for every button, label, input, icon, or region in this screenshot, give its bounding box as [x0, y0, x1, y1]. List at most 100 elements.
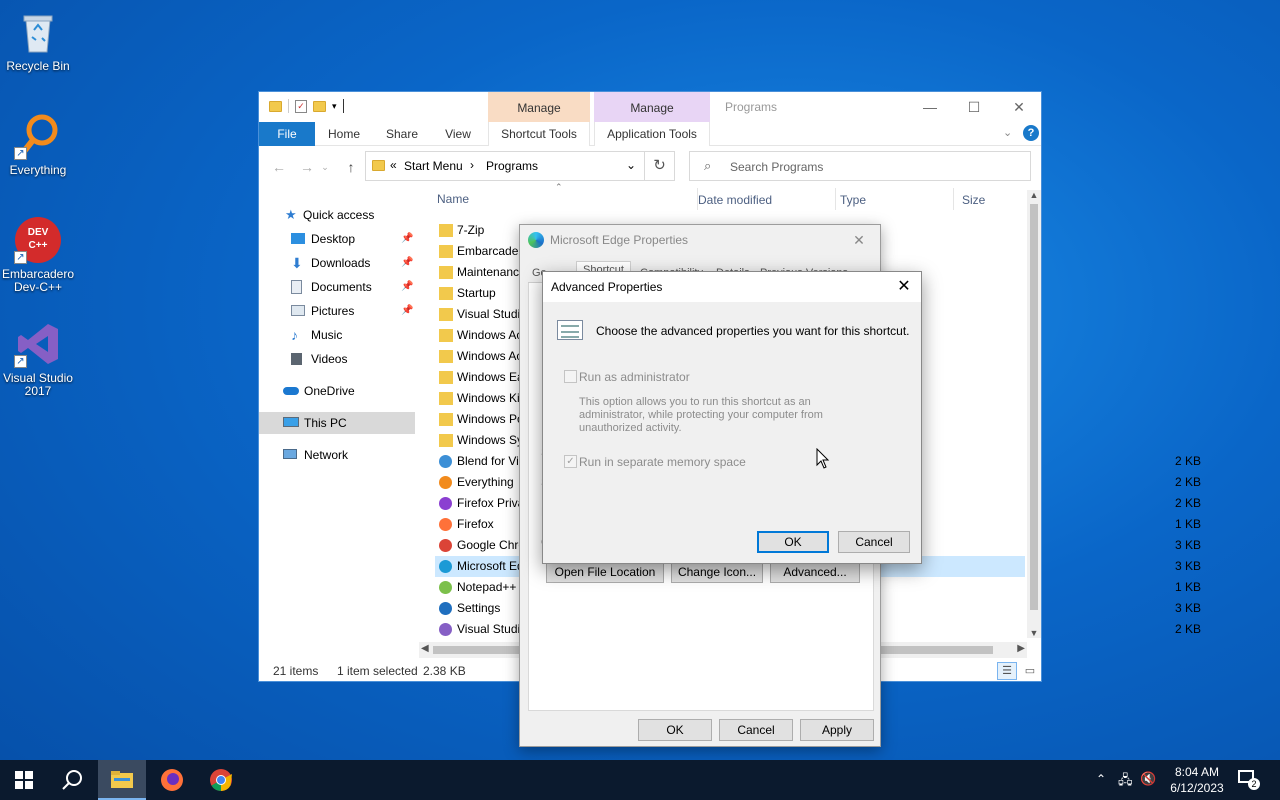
show-hidden-icons[interactable]: ⌃: [1096, 772, 1106, 786]
tab-share[interactable]: Share: [377, 122, 427, 146]
tab-application-tools[interactable]: Application Tools: [594, 122, 710, 146]
folder-icon: [439, 245, 453, 258]
advanced-cancel-button[interactable]: Cancel: [838, 531, 910, 553]
back-button[interactable]: ←: [269, 157, 289, 177]
taskbar-firefox[interactable]: [148, 760, 196, 800]
download-arrow-icon: ⬇: [291, 255, 303, 271]
close-button[interactable]: ✕: [996, 94, 1042, 120]
nav-documents[interactable]: Documents 📌: [291, 276, 415, 298]
tab-view[interactable]: View: [433, 122, 483, 146]
nav-quick-access[interactable]: ★ Quick access: [285, 204, 415, 226]
nav-this-pc[interactable]: This PC: [259, 412, 415, 434]
separate-memory-checkbox[interactable]: ✓: [564, 455, 577, 468]
address-dropdown-icon[interactable]: ⌄: [626, 158, 636, 172]
notepad-icon: [439, 581, 452, 594]
search-box[interactable]: ⌕ Search Programs: [689, 151, 1031, 181]
nav-label: OneDrive: [304, 384, 355, 398]
nav-pictures[interactable]: Pictures 📌: [291, 300, 415, 322]
address-bar[interactable]: « Start Menu › Programs ⌄: [365, 151, 645, 181]
tab-home[interactable]: Home: [319, 122, 369, 146]
context-tab-manage-application[interactable]: Manage: [594, 92, 710, 122]
scroll-up-icon[interactable]: ▲: [1027, 190, 1041, 200]
search-button[interactable]: [48, 760, 96, 800]
file-size: 3 KB: [1174, 601, 1201, 615]
folder-icon: [439, 266, 453, 279]
quick-access-toolbar: ✓ ▾: [269, 99, 344, 113]
nav-videos[interactable]: Videos: [291, 348, 415, 370]
nav-music[interactable]: ♪ Music: [291, 324, 415, 346]
minimize-button[interactable]: —: [907, 94, 953, 120]
pin-icon: 📌: [401, 233, 414, 244]
file-name: Embarcader: [457, 244, 523, 258]
properties-cancel-button[interactable]: Cancel: [719, 719, 793, 741]
context-tab-manage-shortcut[interactable]: Manage: [488, 92, 590, 122]
column-header-size[interactable]: Size: [953, 188, 985, 210]
breadcrumb-overflow[interactable]: «: [390, 158, 397, 172]
large-icons-view-icon[interactable]: ▭: [1021, 662, 1039, 680]
scroll-down-icon[interactable]: ▼: [1027, 628, 1041, 638]
file-size: 3 KB: [1174, 538, 1201, 552]
divider: [342, 99, 344, 113]
taskbar-chrome[interactable]: [197, 760, 245, 800]
desktop-icon-everything[interactable]: ↗ Everything: [1, 112, 75, 177]
breadcrumb-start-menu[interactable]: Start Menu: [404, 159, 463, 173]
search-placeholder: Search Programs: [730, 160, 824, 174]
advanced-button[interactable]: Advanced...: [770, 561, 860, 583]
tab-file[interactable]: File: [259, 122, 315, 146]
breadcrumb-separator: ›: [470, 158, 474, 172]
scroll-right-icon[interactable]: ▶: [1017, 643, 1025, 654]
new-folder-icon[interactable]: [313, 100, 326, 112]
nav-label: Desktop: [311, 232, 356, 246]
change-icon-button[interactable]: Change Icon...: [671, 561, 763, 583]
properties-icon[interactable]: ✓: [295, 99, 307, 113]
expand-ribbon-icon[interactable]: ⌄: [1003, 126, 1012, 139]
nav-desktop[interactable]: Desktop 📌: [291, 228, 415, 250]
properties-apply-button[interactable]: Apply: [800, 719, 874, 741]
volume-muted-icon[interactable]: 🔇: [1140, 771, 1156, 787]
visual-studio-icon: ↗: [14, 320, 62, 368]
forward-button[interactable]: →: [297, 157, 317, 177]
up-button[interactable]: ↑: [341, 157, 361, 177]
breadcrumb-programs[interactable]: Programs: [486, 159, 538, 173]
desktop-icon-devcpp[interactable]: DEV C++ ↗ Embarcadero Dev-C++: [1, 216, 75, 294]
desktop-icon-label: Embarcadero Dev-C++: [1, 267, 75, 294]
file-size: 2 KB: [1174, 496, 1201, 510]
tab-shortcut-tools[interactable]: Shortcut Tools: [488, 122, 590, 146]
network-status-icon[interactable]: 🖧: [1118, 771, 1133, 793]
start-button[interactable]: [0, 760, 48, 800]
chrome-icon: [439, 539, 452, 552]
folder-icon: [439, 413, 453, 426]
details-view-icon[interactable]: ☰: [997, 662, 1017, 680]
scroll-thumb[interactable]: [1030, 204, 1038, 610]
file-name: Windows Ea: [457, 370, 524, 384]
column-header-date[interactable]: Date modified: [697, 188, 772, 210]
column-header-type[interactable]: Type: [835, 188, 866, 210]
devcpp-icon-text: DEV C++: [27, 227, 49, 251]
clock[interactable]: 8:04 AM 6/12/2023: [1164, 764, 1230, 796]
column-header-name[interactable]: Name: [437, 192, 469, 206]
advanced-ok-button[interactable]: OK: [757, 531, 829, 553]
maximize-button[interactable]: ☐: [951, 94, 997, 120]
nav-network[interactable]: Network: [283, 444, 415, 466]
refresh-button[interactable]: ↻: [645, 151, 675, 181]
scroll-left-icon[interactable]: ◀: [421, 643, 429, 654]
recent-locations-button[interactable]: ⌄: [319, 157, 331, 177]
recycle-bin-icon: [14, 8, 62, 56]
file-size: 2 KB: [1174, 454, 1201, 468]
advanced-title: Advanced Properties: [551, 280, 663, 294]
properties-ok-button[interactable]: OK: [638, 719, 712, 741]
advanced-close-button[interactable]: ✕: [889, 274, 919, 300]
file-name: Google Chro: [457, 538, 526, 552]
desktop-icon-recycle-bin[interactable]: Recycle Bin: [1, 8, 75, 73]
open-file-location-button[interactable]: Open File Location: [546, 561, 664, 583]
help-icon[interactable]: ?: [1023, 125, 1039, 141]
vertical-scrollbar[interactable]: ▲ ▼: [1027, 190, 1041, 638]
nav-downloads[interactable]: ⬇ Downloads 📌: [291, 252, 415, 274]
properties-close-button[interactable]: ✕: [844, 227, 874, 253]
desktop-icon-visual-studio[interactable]: ↗ Visual Studio 2017: [1, 320, 75, 398]
nav-onedrive[interactable]: OneDrive: [283, 380, 415, 402]
customize-toolbar-icon[interactable]: ▾: [332, 101, 337, 112]
taskbar-file-explorer[interactable]: [98, 760, 146, 800]
action-center-button[interactable]: 2: [1238, 770, 1260, 790]
run-as-admin-checkbox[interactable]: [564, 370, 577, 383]
